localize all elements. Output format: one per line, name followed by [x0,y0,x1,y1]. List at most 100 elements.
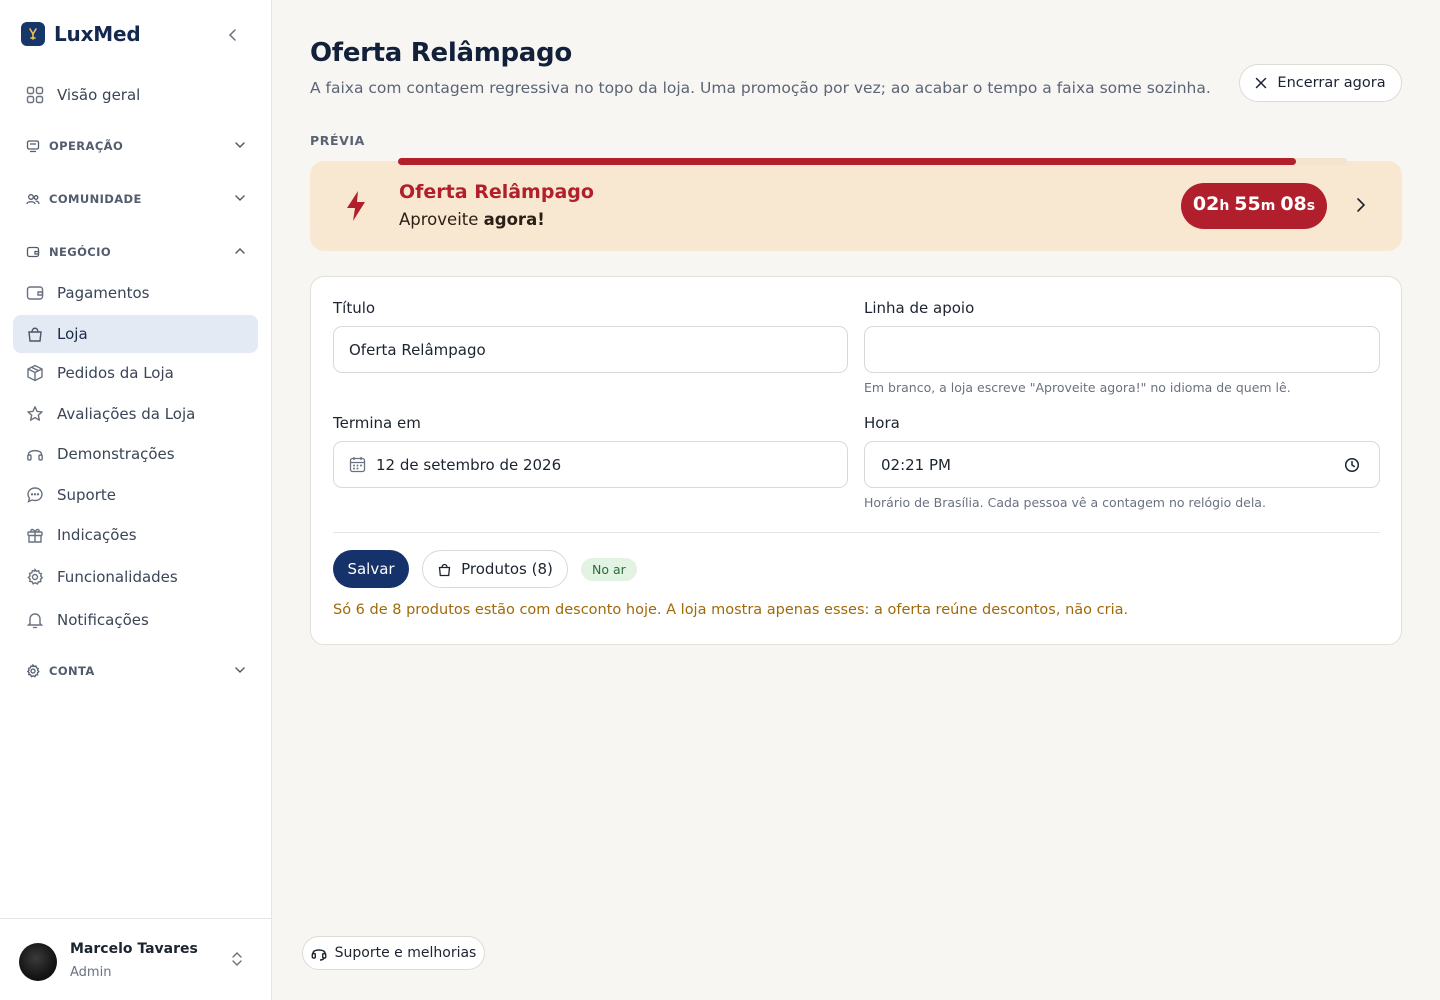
page-title: Oferta Relâmpago [310,38,572,68]
title-input[interactable]: Oferta Relâmpago [333,326,848,373]
sidebar-item-label: Pagamentos [57,284,150,302]
chevron-up-icon [235,247,245,254]
brand[interactable]: LuxMed [21,22,141,46]
sidebar-item-notificacoes[interactable]: Notificações [13,601,258,639]
tagline-hint: Em branco, a loja escreve "Aproveite ago… [864,380,1291,395]
sidebar-item-demonstracoes[interactable]: Demonstrações [13,435,258,473]
sidebar-item-pagamentos[interactable]: Pagamentos [13,274,258,312]
chevron-down-icon [235,142,245,149]
sidebar-item-label: Funcionalidades [57,568,178,586]
time-hint: Horário de Brasília. Cada pessoa vê a co… [864,495,1266,510]
sidebar-item-label: Avaliações da Loja [57,405,196,423]
bell-icon [25,611,44,630]
sidebar-item-visao-geral[interactable]: Visão geral [13,76,258,114]
section-conta[interactable]: CONTA [13,657,258,685]
chevron-up-down-icon[interactable] [231,951,243,967]
wallet-icon [25,245,40,260]
title-field-label: Título [333,299,376,317]
gift-icon [25,526,44,545]
chevron-left-icon [228,29,236,41]
brand-name: LuxMed [54,22,141,46]
timer-seconds: 08 [1280,193,1307,215]
discount-warning: Só 6 de 8 produtos estão com desconto ho… [333,602,1129,618]
user-name: Marcelo Tavares [70,941,198,957]
page-subtitle: A faixa com contagem regressiva no topo … [310,79,1211,97]
section-label: NEGÓCIO [49,245,111,259]
sidebar-item-label: Loja [57,325,88,343]
status-badge: No ar [581,558,637,581]
timer-seconds-unit: s [1306,198,1316,214]
section-label: OPERAÇÃO [49,139,124,153]
headset-icon [311,949,327,961]
sidebar-item-label: Indicações [57,526,137,544]
package-icon [25,364,44,383]
sidebar-item-loja[interactable]: Loja [13,315,258,353]
banner-subtitle-bold: agora! [483,210,545,229]
users-icon [25,192,40,207]
sidebar-item-label: Notificações [57,611,149,629]
sidebar-item-indicacoes[interactable]: Indicações [13,516,258,554]
chevron-down-icon [235,667,245,674]
title-input-value: Oferta Relâmpago [349,340,486,359]
timer-hours: 02 [1192,193,1220,215]
countdown-timer: 02 h 55 m 08 s [1181,183,1327,229]
close-icon [1256,77,1267,89]
grid-icon [25,86,44,105]
sidebar: LuxMed Visão geral OPERAÇÃO COMUNIDADE N… [0,0,272,1000]
time-input-value: 02:21 PM [881,455,951,474]
headset-icon [25,445,44,464]
time-field-label: Hora [864,414,900,432]
chevron-down-icon [235,195,245,202]
divider [333,532,1380,533]
banner-title: Oferta Relâmpago [399,181,594,203]
luxmed-logo-icon [21,22,45,46]
avatar [19,943,57,981]
preview-label: PRÉVIA [310,133,365,148]
chat-bubble-icon [25,486,44,505]
clock-icon[interactable] [1344,457,1360,473]
ends-field-label: Termina em [333,414,421,432]
sidebar-item-pedidos[interactable]: Pedidos da Loja [13,354,258,392]
tagline-field-label: Linha de apoio [864,299,975,317]
user-profile[interactable]: Marcelo Tavares Admin [0,918,271,1000]
sidebar-item-avaliacoes[interactable]: Avaliações da Loja [13,395,258,433]
sidebar-item-funcionalidades[interactable]: Funcionalidades [13,558,258,596]
sidebar-item-label: Suporte [57,486,117,504]
section-operacao[interactable]: OPERAÇÃO [13,132,258,160]
collapse-sidebar-button[interactable] [222,24,244,46]
products-button[interactable]: Produtos (8) [422,550,568,588]
gear-icon [25,568,44,587]
banner-subtitle: Aproveite agora! [399,210,545,229]
countdown-progress-bar [398,158,1296,165]
save-button[interactable]: Salvar [333,550,409,588]
chevron-right-icon[interactable] [1354,197,1368,213]
section-negocio[interactable]: NEGÓCIO [13,238,258,266]
support-feedback-label: Suporte e melhorias [334,945,477,961]
section-label: CONTA [49,664,95,678]
end-date-value: 12 de setembro de 2026 [376,455,562,474]
sidebar-item-label: Demonstrações [57,445,175,463]
star-icon [25,405,44,424]
sidebar-item-suporte[interactable]: Suporte [13,476,258,514]
time-input[interactable]: 02:21 PM [864,441,1380,488]
shopping-bag-icon [438,563,451,576]
timer-hours-unit: h [1219,198,1230,214]
section-comunidade[interactable]: COMUNIDADE [13,185,258,213]
end-date-picker[interactable]: 12 de setembro de 2026 [333,441,848,488]
timer-minutes: 55 [1234,193,1261,215]
tagline-input[interactable] [864,326,1380,373]
wallet-icon [25,284,44,303]
sidebar-item-label: Visão geral [57,86,141,104]
user-role: Admin [70,965,112,980]
flash-sale-banner-preview: Oferta Relâmpago Aproveite agora! 02 h 55… [310,161,1402,251]
flash-sale-form: Título Oferta Relâmpago Linha de apoio E… [310,276,1402,645]
gear-icon [25,664,40,679]
register-icon [25,139,40,154]
products-button-label: Produtos (8) [461,560,553,578]
support-feedback-button[interactable]: Suporte e melhorias [302,936,485,970]
sidebar-item-label: Pedidos da Loja [57,364,174,382]
lightning-icon [347,191,365,221]
end-now-button[interactable]: Encerrar agora [1239,64,1402,102]
calendar-icon [349,457,366,473]
shopping-bag-icon [25,325,44,344]
